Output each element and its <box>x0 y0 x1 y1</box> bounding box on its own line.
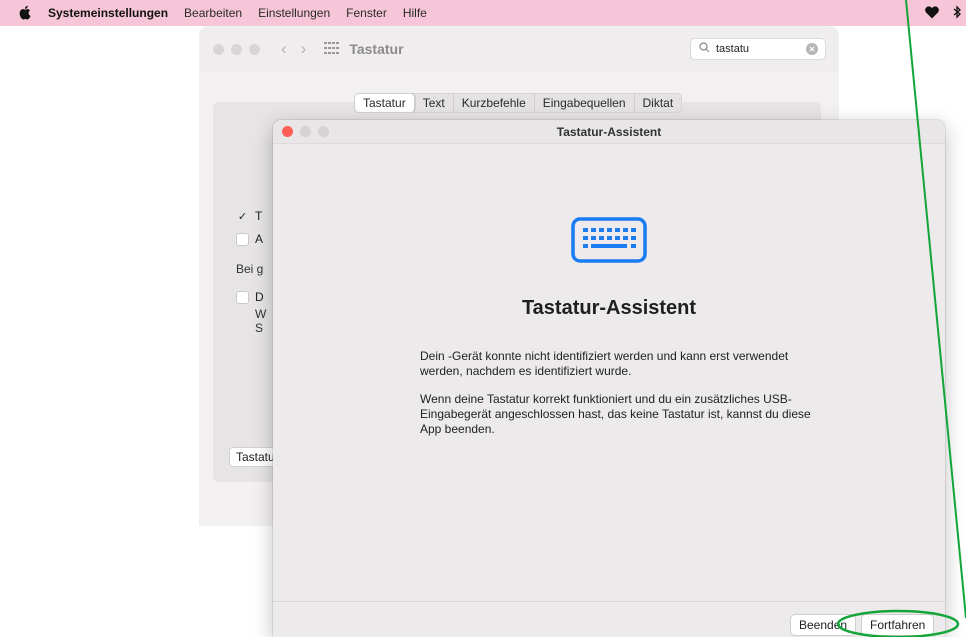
apple-icon[interactable] <box>18 5 32 22</box>
dialog-heading: Tastatur-Assistent <box>521 297 697 319</box>
window-title: Tastatur <box>349 41 404 57</box>
checkbox[interactable] <box>236 232 249 246</box>
menu-einstellungen[interactable]: Einstellungen <box>258 6 330 20</box>
pref-row-label: D <box>255 290 264 304</box>
zoom-button[interactable] <box>249 43 260 55</box>
pref-row-label: T <box>255 209 263 223</box>
back-arrow-icon[interactable]: ‹ <box>281 39 287 59</box>
continue-button[interactable]: Fortfahren <box>861 614 935 636</box>
dialog-message-line: Eingabegerät angeschlossen hast, das kei… <box>420 407 811 421</box>
prefs-titlebar: ‹ › Tastatur tastatu <box>200 27 838 71</box>
minimize-button[interactable] <box>231 43 242 55</box>
dialog-message-line: werden, nachdem es identifiziert wurde. <box>420 364 632 378</box>
dialog-titlebar: Tastatur-Assistent <box>273 120 945 144</box>
tab-kurzbefehle[interactable]: Kurzbefehle <box>454 94 535 112</box>
status-icons <box>925 5 962 22</box>
pref-description: W <box>255 307 267 321</box>
search-value: tastatu <box>716 43 750 55</box>
close-button[interactable] <box>213 43 224 55</box>
forward-arrow-icon[interactable]: › <box>301 39 307 59</box>
pref-row-label: A <box>255 232 264 246</box>
menu-fenster[interactable]: Fenster <box>346 6 387 20</box>
heart-icon[interactable] <box>925 5 939 22</box>
tab-eingabequellen[interactable]: Eingabequellen <box>535 94 635 112</box>
pref-section-label: Bei g <box>236 262 264 276</box>
pref-row-3[interactable]: D <box>236 290 264 304</box>
search-input[interactable]: tastatu <box>690 38 826 60</box>
tab-bar: Tastatur Text Kurzbefehle Eingabequellen… <box>354 93 683 113</box>
menu-bar: Systemeinstellungen Bearbeiten Einstellu… <box>0 0 966 26</box>
pref-row-2[interactable]: A <box>236 232 263 246</box>
tab-diktat[interactable]: Diktat <box>635 94 682 112</box>
search-icon <box>699 42 710 56</box>
clear-search-icon[interactable] <box>806 43 818 58</box>
dialog-title: Tastatur-Assistent <box>556 125 662 139</box>
tab-text[interactable]: Text <box>415 94 454 112</box>
tab-tastatur[interactable]: Tastatur <box>355 94 415 112</box>
show-all-grid-icon[interactable] <box>324 41 340 57</box>
menu-app-name[interactable]: Systemeinstellungen <box>48 6 168 20</box>
pref-row-1[interactable]: ✓ T <box>236 209 262 223</box>
dialog-message-line: App beenden. <box>420 422 495 436</box>
menu-hilfe[interactable]: Hilfe <box>403 6 427 20</box>
menu-bearbeiten[interactable]: Bearbeiten <box>184 6 242 20</box>
dialog-message-1: Dein -Gerät konnte nicht identifiziert w… <box>420 349 812 379</box>
checkbox[interactable] <box>236 290 249 304</box>
bluetooth-icon[interactable] <box>953 5 962 22</box>
keyboard-icon <box>571 217 647 266</box>
dialog-message-2: Wenn deine Tastatur korrekt funktioniert… <box>420 392 812 437</box>
quit-button[interactable]: Beenden <box>790 614 857 636</box>
keyboard-assistant-dialog: Tastatur-Assistent Tastatur-Assistent De… <box>273 120 945 637</box>
checkmark-icon[interactable]: ✓ <box>236 210 249 223</box>
pref-description: S <box>255 321 264 335</box>
dialog-message-line: Wenn deine Tastatur korrekt funktioniert… <box>420 392 792 406</box>
dialog-message-line: Dein -Gerät konnte nicht identifiziert w… <box>420 349 789 363</box>
